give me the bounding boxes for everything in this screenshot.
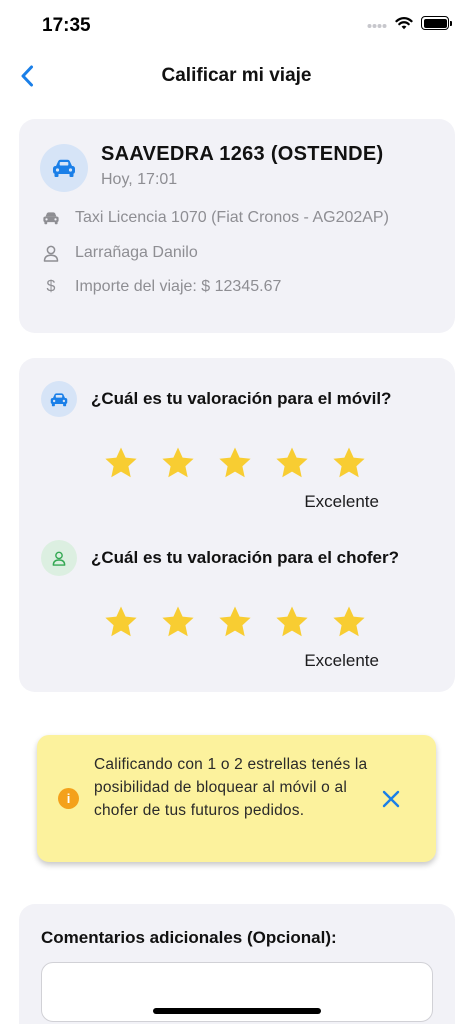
trip-date: Hoy, 17:01 — [101, 171, 178, 188]
close-banner-button[interactable] — [380, 788, 402, 810]
vehicle-row: Taxi Licencia 1070 (Fiat Cronos - AG202A… — [41, 208, 389, 228]
star-icon[interactable] — [161, 446, 195, 480]
rating-card: ¿Cuál es tu valoración para el móvil? Ex… — [19, 358, 455, 692]
star-icon[interactable] — [218, 605, 252, 639]
star-icon[interactable] — [332, 446, 366, 480]
trip-summary-card: SAAVEDRA 1263 (OSTENDE) Hoy, 17:01 Taxi … — [19, 119, 455, 333]
car-icon — [53, 159, 75, 177]
page-title: Calificar mi viaje — [161, 65, 312, 86]
amount-text: Importe del viaje: $ 12345.67 — [75, 278, 282, 295]
battery-icon — [421, 16, 452, 30]
driver-rating-avatar — [41, 540, 77, 576]
home-indicator — [153, 1008, 321, 1014]
driver-star-rating[interactable] — [104, 605, 366, 639]
star-icon[interactable] — [161, 605, 195, 639]
vehicle-rating-label: Excelente — [304, 492, 379, 511]
star-icon[interactable] — [104, 605, 138, 639]
person-icon — [41, 243, 61, 263]
star-icon[interactable] — [275, 446, 309, 480]
vehicle-rating-question: ¿Cuál es tu valoración para el móvil? — [91, 389, 392, 408]
signal-icon — [367, 24, 387, 28]
status-time: 17:35 — [42, 15, 91, 36]
status-icons — [367, 16, 452, 30]
trip-car-avatar — [40, 144, 88, 192]
amount-row: $ Importe del viaje: $ 12345.67 — [41, 277, 282, 297]
driver-row: Larrañaga Danilo — [41, 243, 198, 263]
vehicle-rating-avatar — [41, 381, 77, 417]
vehicle-star-rating[interactable] — [104, 446, 366, 480]
star-icon[interactable] — [218, 446, 252, 480]
trip-title: SAAVEDRA 1263 (OSTENDE) — [101, 143, 384, 165]
comments-card: Comentarios adicionales (Opcional): — [19, 904, 455, 1024]
status-bar: 17:35 — [0, 0, 473, 50]
star-icon[interactable] — [104, 446, 138, 480]
driver-rating-label: Excelente — [304, 651, 379, 670]
info-banner: i Calificando con 1 o 2 estrellas tenés … — [37, 735, 436, 862]
person-icon — [52, 551, 66, 566]
close-icon — [382, 790, 400, 808]
driver-rating-question: ¿Cuál es tu valoración para el chofer? — [91, 548, 399, 567]
vehicle-text: Taxi Licencia 1070 (Fiat Cronos - AG202A… — [75, 209, 389, 226]
dollar-icon: $ — [46, 278, 56, 295]
comments-label: Comentarios adicionales (Opcional): — [41, 928, 337, 947]
info-banner-text: Calificando con 1 o 2 estrellas tenés la… — [94, 756, 368, 819]
wifi-icon — [395, 17, 413, 30]
driver-text: Larrañaga Danilo — [75, 244, 198, 261]
star-icon[interactable] — [275, 605, 309, 639]
car-icon — [41, 208, 61, 228]
info-icon: i — [58, 788, 79, 809]
navigation-bar: Calificar mi viaje — [0, 55, 473, 99]
car-icon — [50, 392, 68, 406]
star-icon[interactable] — [332, 605, 366, 639]
